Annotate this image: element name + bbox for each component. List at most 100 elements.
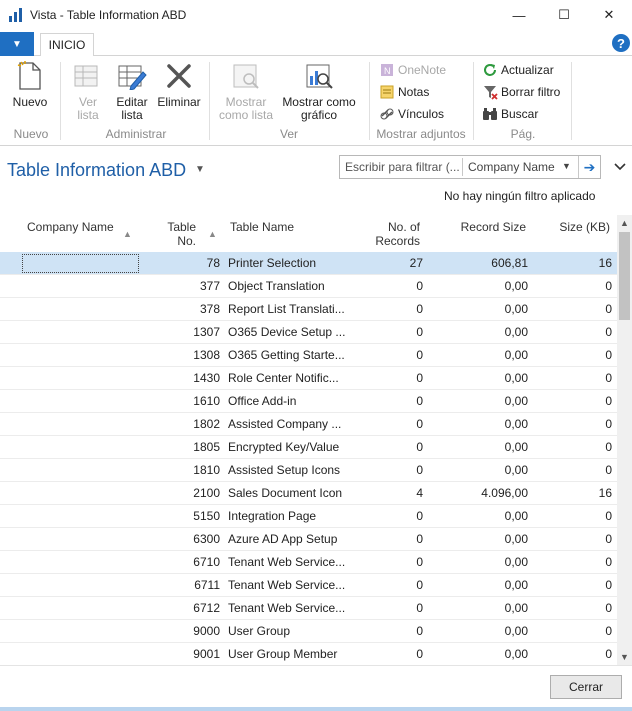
sort-ascending-icon[interactable]: ▲	[123, 229, 132, 239]
cell-record-size: 0,00	[504, 601, 528, 615]
cell-table-name: Tenant Web Service...	[228, 578, 346, 592]
table-row[interactable]: 1802 Assisted Company ... 0 0,00 0	[0, 413, 617, 436]
table-row[interactable]: 1308 O365 Getting Starte... 0 0,00 0	[0, 344, 617, 367]
column-header-record-size[interactable]: Record Size	[440, 220, 526, 234]
cell-no-of-records: 0	[416, 509, 423, 523]
table-row[interactable]: 1610 Office Add-in 0 0,00 0	[0, 390, 617, 413]
clear-filter-icon	[482, 84, 498, 100]
scroll-down-icon[interactable]: ▼	[617, 649, 632, 665]
table-row[interactable]: 6712 Tenant Web Service... 0 0,00 0	[0, 597, 617, 620]
refresh-label: Actualizar	[501, 63, 554, 77]
table-row[interactable]: 6711 Tenant Web Service... 0 0,00 0	[0, 574, 617, 597]
close-button[interactable]: Cerrar	[550, 675, 622, 699]
table-row[interactable]: 5150 Integration Page 0 0,00 0	[0, 505, 617, 528]
links-button[interactable]: Vínculos	[379, 106, 444, 122]
table-row[interactable]: 1307 O365 Device Setup ... 0 0,00 0	[0, 321, 617, 344]
notes-button[interactable]: Notas	[379, 84, 429, 100]
filter-go-arrow-icon[interactable]: ➔	[578, 156, 600, 178]
cell-size-kb: 0	[605, 555, 612, 569]
column-header-size-kb[interactable]: Size (KB)	[540, 220, 610, 234]
delete-button[interactable]: Eliminar	[156, 60, 202, 109]
group-label-nuevo: Nuevo	[13, 127, 49, 141]
column-header-table-name[interactable]: Table Name	[230, 220, 350, 234]
cell-size-kb: 0	[605, 624, 612, 638]
table-row[interactable]: 1430 Role Center Notific... 0 0,00 0	[0, 367, 617, 390]
scroll-up-icon[interactable]: ▲	[617, 215, 632, 231]
window-title: Vista - Table Information ABD	[30, 8, 187, 22]
filter-input[interactable]: Escribir para filtrar (...	[345, 160, 460, 174]
cell-record-size: 0,00	[504, 325, 528, 339]
column-header-no-of-records[interactable]: No. of Records	[360, 220, 420, 248]
scrollbar-thumb[interactable]	[619, 232, 630, 320]
column-header-table-no[interactable]: Table No.	[150, 220, 196, 248]
table-row[interactable]: 9001 User Group Member 0 0,00 0	[0, 643, 617, 665]
table-row[interactable]: 377 Object Translation 0 0,00 0	[0, 275, 617, 298]
close-window-button[interactable]: ✕	[586, 0, 632, 30]
filter-divider	[462, 158, 463, 176]
cell-size-kb: 0	[605, 394, 612, 408]
cell-table-name: O365 Device Setup ...	[228, 325, 346, 339]
cell-no-of-records: 0	[416, 463, 423, 477]
cell-no-of-records: 0	[416, 532, 423, 546]
clear-filter-button[interactable]: Borrar filtro	[482, 84, 560, 100]
cell-size-kb: 0	[605, 463, 612, 477]
cell-table-no: 1810	[193, 463, 220, 477]
collapse-chevron-icon[interactable]	[614, 160, 626, 174]
filter-field-select[interactable]: Company Name	[468, 160, 555, 174]
cell-table-name: Object Translation	[228, 279, 325, 293]
table-row[interactable]: 78 Printer Selection 27 606,81 16	[0, 252, 617, 275]
show-as-chart-button[interactable]: Mostrar como gráfico	[280, 60, 358, 122]
table-row[interactable]: 6710 Tenant Web Service... 0 0,00 0	[0, 551, 617, 574]
table-row[interactable]: 378 Report List Translati... 0 0,00 0	[0, 298, 617, 321]
cell-size-kb: 0	[605, 417, 612, 431]
help-icon[interactable]: ?	[612, 34, 630, 52]
group-label-mostrar-adjuntos: Mostrar adjuntos	[376, 127, 466, 141]
onenote-button[interactable]: N OneNote	[379, 62, 446, 78]
minimize-button[interactable]: —	[496, 0, 542, 30]
table-row[interactable]: 6300 Azure AD App Setup 0 0,00 0	[0, 528, 617, 551]
cell-table-no: 378	[199, 302, 220, 316]
table-row[interactable]: 1805 Encrypted Key/Value 0 0,00 0	[0, 436, 617, 459]
edit-list-button[interactable]: Editar lista	[113, 60, 151, 122]
cell-table-no: 1802	[193, 417, 220, 431]
new-button[interactable]: Nuevo	[10, 60, 50, 109]
table-row[interactable]: 2100 Sales Document Icon 4 4.096,00 16	[0, 482, 617, 505]
table-row[interactable]: 9000 User Group 0 0,00 0	[0, 620, 617, 643]
window-bottom-border	[0, 707, 632, 711]
column-header-company-name[interactable]: Company Name	[27, 220, 117, 234]
cell-table-name: O365 Getting Starte...	[228, 348, 345, 362]
find-button[interactable]: Buscar	[482, 106, 538, 122]
cell-record-size: 0,00	[504, 578, 528, 592]
onenote-icon: N	[379, 62, 395, 78]
cell-table-name: Assisted Setup Icons	[228, 463, 341, 477]
delete-label: Eliminar	[157, 95, 201, 109]
cell-size-kb: 0	[605, 371, 612, 385]
ribbon-separator	[209, 62, 210, 140]
file-menu-button[interactable]: ▼	[0, 32, 34, 56]
sort-ascending-icon[interactable]: ▲	[208, 229, 217, 239]
cell-table-name: Assisted Company ...	[228, 417, 342, 431]
cell-size-kb: 0	[605, 440, 612, 454]
cell-no-of-records: 4	[416, 486, 423, 500]
tab-inicio[interactable]: INICIO	[40, 33, 94, 57]
title-bar: Vista - Table Information ABD — ☐ ✕	[0, 0, 632, 30]
cell-table-name: Role Center Notific...	[228, 371, 339, 385]
cell-no-of-records: 0	[416, 279, 423, 293]
cell-size-kb: 0	[605, 279, 612, 293]
chevron-down-icon[interactable]: ▼	[562, 161, 571, 171]
cell-no-of-records: 0	[416, 647, 423, 661]
table-row[interactable]: 1810 Assisted Setup Icons 0 0,00 0	[0, 459, 617, 482]
page-title-dropdown-icon[interactable]: ▼	[195, 164, 205, 175]
links-label: Vínculos	[398, 107, 445, 121]
view-list-icon	[72, 60, 104, 92]
vertical-scrollbar[interactable]: ▲ ▼	[617, 215, 632, 665]
focused-cell-outline	[22, 254, 139, 273]
show-as-list-button[interactable]: Mostrar como lista	[217, 60, 275, 122]
cell-record-size: 606,81	[491, 256, 528, 270]
find-label: Buscar	[501, 107, 539, 121]
maximize-button[interactable]: ☐	[541, 0, 587, 30]
show-as-chart-label: Mostrar como gráfico	[282, 95, 356, 122]
refresh-button[interactable]: Actualizar	[482, 62, 554, 78]
filter-box: Escribir para filtrar (... Company Name …	[339, 155, 601, 179]
view-list-button[interactable]: Ver lista	[70, 60, 106, 122]
